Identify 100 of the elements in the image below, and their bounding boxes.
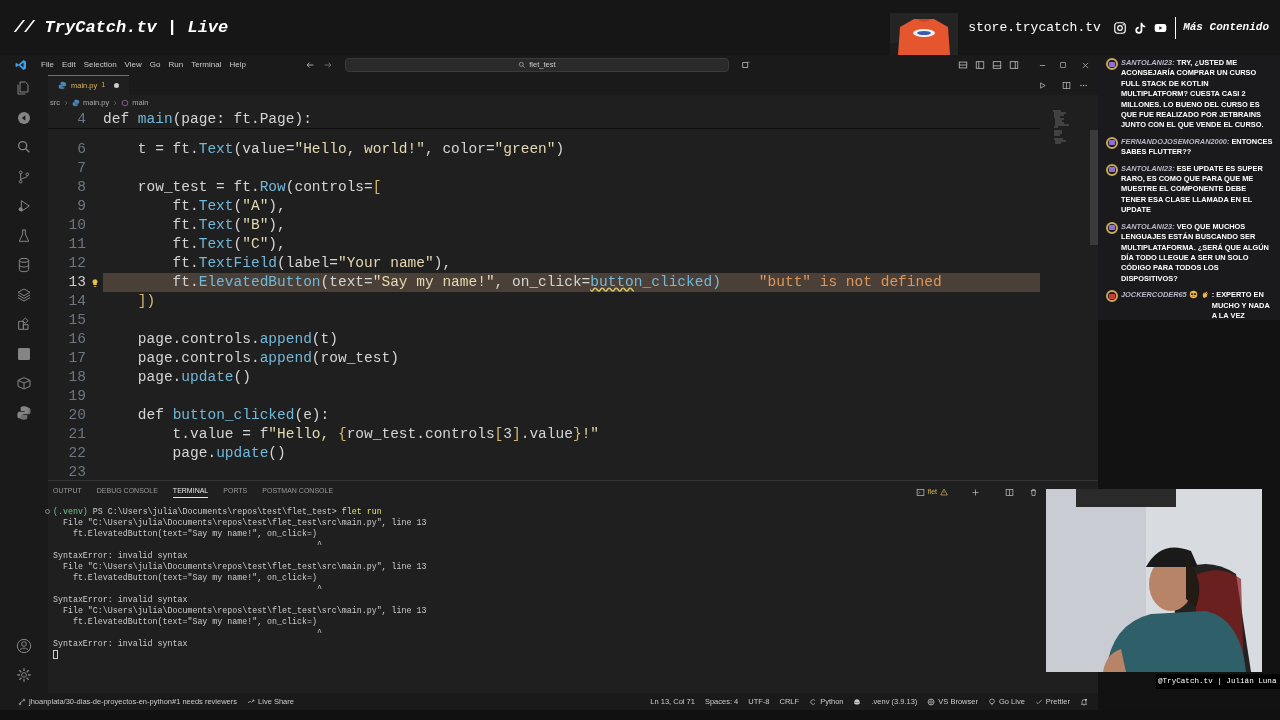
code-line: ]) [136,292,156,311]
menu-item[interactable]: Help [225,59,250,71]
menu-item[interactable]: Terminal [187,59,226,71]
package-icon[interactable] [16,375,32,391]
store-url: store.trycatch.tv [968,18,1102,37]
search-icon[interactable] [16,139,32,155]
terminal-icon[interactable] [915,487,925,497]
globe-icon [927,697,936,706]
source-control-icon[interactable] [16,168,32,185]
line-number: 21 [67,425,86,444]
editor-logo-icon [15,59,27,71]
forward-arrow-icon[interactable] [322,60,333,70]
run-icon[interactable] [1038,80,1047,90]
line-number: 12 [67,254,86,273]
code-line: ft.ElevatedButton(text="Say my name!", on_click=button_clicked) [171,273,721,292]
bell-icon[interactable] [1080,697,1088,706]
maximize-icon[interactable] [1059,61,1067,69]
python-icon[interactable] [16,404,32,421]
terminal-line: ^ [315,583,323,594]
terminal-line: File "C:\Users\julia\Documents\repos\test\flet_test\src\main.py", line 13 [61,561,428,572]
stream-title: // TryCatch.tv | Live [13,16,229,39]
code-line: t.value = f"Hello, {row_test.controls[3].value}!" [171,425,600,444]
files-icon[interactable] [16,80,32,96]
terminal-line: ft.ElevatedButton(text="Say my name!", on_click=) [71,528,318,539]
terminal-line: (.venv) PS C:\Users\julia\Documents\repos\test\flet_test> flet run [53,506,382,517]
line-number: 20 [67,406,86,425]
layout-icon[interactable] [1009,60,1019,70]
python-file-icon [58,81,67,90]
code-line: t = ft.Text(value="Hello, world!", color="green") [136,140,565,159]
flask-icon[interactable] [16,227,32,244]
split-terminal-icon[interactable] [1005,487,1014,497]
more-content-link[interactable]: Más Contenido [1183,19,1280,36]
code-line: page.controls.append(t) [136,330,338,349]
terminal-line: ^ [315,627,323,638]
music-note-icon[interactable] [1133,20,1148,35]
line-number: 7 [76,159,86,178]
line-number: 11 [67,235,86,254]
error-message: "butt" is not defined [758,273,942,292]
code-line: page.update() [136,368,251,387]
code-line: ft.Text("C"), [171,235,286,254]
line-number: 8 [76,178,86,197]
split-editor-icon[interactable] [1062,80,1071,90]
live-share-icon [247,697,256,706]
account-icon[interactable] [16,638,32,654]
terminal-line: ft.ElevatedButton(text="Say my name!", on_click=) [71,572,318,583]
trash-icon[interactable] [1029,487,1038,497]
line-number: 13 [67,273,86,292]
line-number: 23 [67,463,86,480]
code-line: row_test = ft.Row(controls=[ [136,178,382,197]
line-number: 17 [67,349,86,368]
layout-icon[interactable] [975,60,985,70]
menu-item[interactable]: View [120,59,146,71]
copilot-icon[interactable] [853,697,862,706]
menu-item[interactable]: Go [145,59,165,71]
line-number: 6 [76,140,86,159]
menu-item[interactable]: Edit [57,59,80,71]
code-line: def button_clicked(e): [136,406,330,425]
code-line: page.update() [171,444,286,463]
close-icon[interactable] [1081,60,1090,70]
terminal-line: SyntaxError: invalid syntax [53,638,189,649]
search-icon [518,61,527,69]
code-line: ft.Text("A"), [171,197,286,216]
menu-item[interactable]: Run [164,59,188,71]
extensions-icon[interactable] [16,316,32,332]
check-icon [1034,697,1043,706]
python-file-icon [72,98,80,107]
line-number: 22 [67,444,86,463]
chevron-icon [63,99,69,106]
camera-icon[interactable] [1113,20,1128,35]
line-number: 4 [76,110,86,129]
symbol-icon [121,98,130,107]
line-number: 10 [67,216,86,235]
settings-icon[interactable] [16,667,32,683]
layers-icon[interactable] [16,286,32,303]
line-number: 14 [67,292,86,311]
loading-icon [809,697,818,706]
menu-item[interactable]: Selection [79,59,121,71]
warning-icon [940,488,948,496]
line-number: 16 [67,330,86,349]
line-number: 9 [76,197,86,216]
add-icon[interactable] [971,487,980,497]
terminal-line: File "C:\Users\julia\Documents\repos\test\flet_test\src\main.py", line 13 [61,605,428,616]
terminal-line: SyntaxError: invalid syntax [53,550,189,561]
layout-icon[interactable] [958,60,968,70]
run-debug-icon[interactable] [16,198,32,214]
square-icon[interactable] [16,345,32,362]
terminal-cursor [53,650,58,659]
hand-emoji-icon [1200,290,1210,300]
layout-icon[interactable] [992,60,1002,70]
broadcast-icon [987,697,996,706]
scrollbar-thumb[interactable] [1090,130,1098,245]
code-line: ft.Text("B"), [171,216,286,235]
line-number: 18 [67,368,86,387]
terminal-line: ft.ElevatedButton(text="Say my name!", on_click=) [71,616,318,627]
terminal-line: SyntaxError: invalid syntax [53,594,189,605]
terminal-line: File "C:\Users\julia\Documents\repos\test\flet_test\src\main.py", line 13 [61,517,428,528]
back-arrow-icon[interactable] [304,60,315,70]
terminal-line: ^ [315,539,323,550]
menu-item[interactable]: File [37,59,58,71]
database-icon[interactable] [16,257,32,273]
